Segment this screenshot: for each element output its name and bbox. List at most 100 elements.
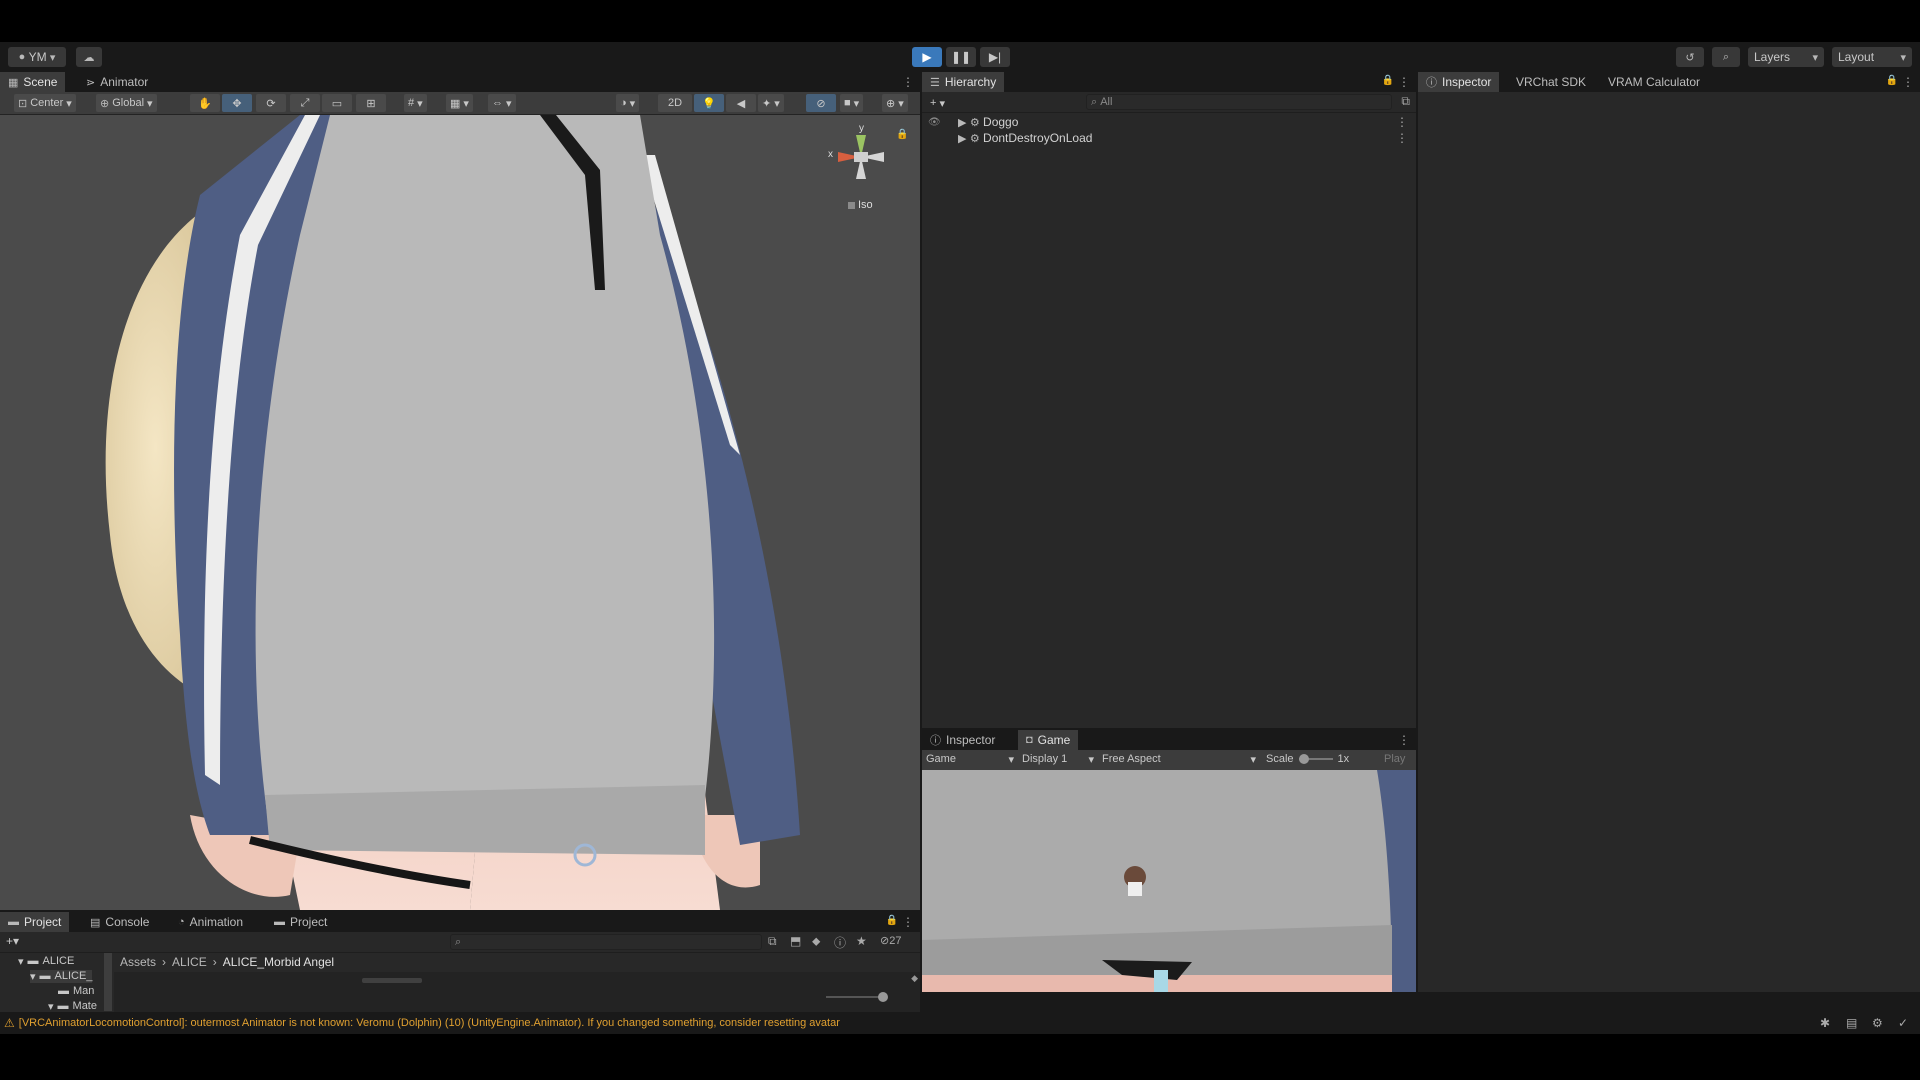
chevron-down-icon: ▾ bbox=[853, 97, 860, 110]
icon-size-slider-track[interactable] bbox=[826, 996, 886, 998]
animator-icon: ⋗ bbox=[86, 76, 96, 89]
unity-scene-icon: ⚙ bbox=[969, 132, 980, 145]
shading-mode-button[interactable]: ◑ ▾ bbox=[616, 94, 640, 112]
play-focused-dropdown[interactable]: Play bbox=[1384, 753, 1405, 765]
create-button[interactable]: + ▾ bbox=[926, 94, 949, 112]
breadcrumb-item[interactable]: Assets bbox=[120, 955, 156, 969]
lighting-toggle[interactable]: 💡 bbox=[694, 94, 724, 112]
hand-tool-button[interactable]: ✋ bbox=[190, 94, 220, 112]
row-more-icon[interactable]: ⋮ bbox=[1396, 131, 1408, 145]
tab-vrchat-sdk[interactable]: VRChat SDK bbox=[1508, 72, 1594, 92]
row-more-icon[interactable]: ⋮ bbox=[1396, 115, 1408, 129]
lock-icon[interactable]: 🔒 bbox=[1382, 75, 1394, 86]
info-icon[interactable]: ⓘ bbox=[834, 934, 846, 951]
bug-icon[interactable]: ✱ bbox=[1820, 1016, 1830, 1030]
project-search-input[interactable]: ⌕ bbox=[450, 934, 762, 950]
lock-icon[interactable]: 🔒 bbox=[886, 915, 898, 926]
move-tool-button[interactable]: ✥ bbox=[222, 94, 252, 112]
scale-track bbox=[1298, 754, 1333, 764]
hoodie-body bbox=[255, 115, 715, 835]
game-more-icon[interactable]: ⋮ bbox=[1398, 733, 1410, 747]
gizmo-lock-icon[interactable]: 🔒 bbox=[896, 129, 908, 140]
rect-tool-button[interactable]: ▭ bbox=[322, 94, 352, 112]
tab-game[interactable]: ◘ Game bbox=[1018, 730, 1079, 750]
breadcrumb-item[interactable]: ALICE bbox=[172, 955, 207, 969]
undo-history-button[interactable]: ↺ bbox=[1676, 47, 1704, 67]
filter-label-icon[interactable]: ⬒ bbox=[790, 934, 801, 948]
layout-dropdown[interactable]: Layout ▾ bbox=[1832, 47, 1912, 67]
tab-scene[interactable]: ▦ Scene bbox=[0, 72, 66, 92]
hierarchy-more-icon[interactable]: ⋮ bbox=[1398, 75, 1410, 89]
settings-icon[interactable]: ⚙ bbox=[1872, 1016, 1883, 1030]
hierarchy-row-doggo[interactable]: ▶ ⚙ Doggo ⋮ bbox=[922, 114, 1416, 130]
scene-more-icon[interactable]: ⋮ bbox=[902, 75, 914, 89]
assets-scroll-icon[interactable]: ◆ bbox=[911, 973, 918, 984]
tab-inspector-small[interactable]: ⓘ Inspector bbox=[922, 730, 1003, 750]
space-dropdown[interactable]: ⊕ Global ▾ bbox=[96, 94, 157, 112]
effects-toggle[interactable]: ✦ ▾ bbox=[758, 94, 784, 112]
hidden-packages-toggle[interactable]: ⊘27 bbox=[880, 934, 901, 947]
step-button[interactable]: ▶| bbox=[980, 47, 1010, 67]
gizmos-dropdown[interactable]: ⊕ ▾ bbox=[882, 94, 908, 112]
scene-viewport[interactable]: y x 🔒 Iso bbox=[0, 115, 920, 910]
tab-console[interactable]: ▤ Console bbox=[82, 912, 157, 932]
orientation-button[interactable]: ⇔ ▾ bbox=[488, 94, 516, 112]
transform-tool-button[interactable]: ⊞ bbox=[356, 94, 386, 112]
tab-animation[interactable]: ◔ Animation bbox=[170, 912, 251, 932]
camera-dropdown[interactable]: ■ ▾ bbox=[840, 94, 864, 112]
aspect-dropdown[interactable]: Free Aspect ▾ bbox=[1102, 753, 1256, 766]
visibility-toggle[interactable]: ⊘ bbox=[806, 94, 836, 112]
breadcrumb: Assets › ALICE › ALICE_Morbid Angel bbox=[114, 953, 920, 971]
cloud-button[interactable]: ☁ bbox=[76, 47, 102, 67]
console-status-icon[interactable]: ▤ bbox=[1846, 1016, 1857, 1030]
tab-project[interactable]: ▬ Project bbox=[0, 912, 70, 932]
search-button[interactable]: ⌕ bbox=[1712, 47, 1740, 67]
tree-item-alice-sub[interactable]: ▾ ▬ ALICE_ bbox=[30, 970, 93, 983]
tab-animator[interactable]: ⋗ Animator bbox=[78, 72, 156, 92]
scale-handle[interactable] bbox=[1298, 754, 1309, 764]
snap-increment-button[interactable]: ▦ ▾ bbox=[446, 94, 473, 112]
game-toolbar: Game ▾ Display 1 ▾ Free Aspect ▾ Scale 1x P… bbox=[922, 750, 1416, 771]
scene-orientation-gizmo[interactable]: y x bbox=[826, 123, 896, 187]
scale-slider[interactable]: Scale 1x bbox=[1266, 753, 1349, 765]
breadcrumb-item[interactable]: ALICE_Morbid Angel bbox=[223, 955, 334, 969]
pivot-dropdown[interactable]: ⊡ Center ▾ bbox=[14, 94, 76, 112]
account-dropdown[interactable]: ● YM ▾ bbox=[8, 47, 66, 67]
tree-item-mate[interactable]: ▾ ▬ Mate bbox=[48, 1000, 97, 1012]
tab-inspector[interactable]: ⓘ Inspector bbox=[1418, 72, 1500, 92]
tab-project-2[interactable]: ▬ Project bbox=[266, 912, 335, 932]
hierarchy-search-input[interactable]: ⌕ All bbox=[1086, 94, 1392, 110]
status-message[interactable]: [VRCAnimatorLocomotionControl]: outermos… bbox=[15, 1017, 840, 1029]
project-more-icon[interactable]: ⋮ bbox=[902, 915, 914, 929]
search-options-icon[interactable]: ⧉ bbox=[1401, 94, 1410, 109]
assets-scrollbar[interactable] bbox=[362, 978, 422, 983]
star-icon[interactable]: ★ bbox=[856, 934, 867, 948]
grid-snap-button[interactable]: # ▾ bbox=[404, 94, 427, 112]
play-button[interactable]: ▶ bbox=[912, 47, 942, 67]
scale-tool-button[interactable]: ⤢ bbox=[290, 94, 320, 112]
project-create-button[interactable]: +▾ bbox=[6, 934, 19, 948]
rotate-tool-button[interactable]: ⟳ bbox=[256, 94, 286, 112]
game-view[interactable] bbox=[922, 770, 1416, 992]
tree-item-alice[interactable]: ▾ ▬ ALICE bbox=[18, 955, 74, 968]
hierarchy-row-dontdestroyonload[interactable]: ▶ ⚙ DontDestroyOnLoad ⋮ bbox=[922, 130, 1416, 146]
lock-icon[interactable]: 🔒 bbox=[1886, 75, 1898, 86]
pause-button[interactable]: ❚❚ bbox=[946, 47, 976, 67]
tag-icon[interactable]: ⬥ bbox=[812, 934, 820, 949]
check-circle-icon[interactable]: ✓ bbox=[1898, 1016, 1908, 1030]
mode-2d-button[interactable]: 2D bbox=[658, 94, 692, 112]
hierarchy-panel: ☰ Hierarchy 🔒 ⋮ + ▾ ⌕ All ⧉ 👁 ▶ ⚙ Doggo ⋮ bbox=[922, 72, 1416, 728]
display-dropdown[interactable]: Display 1 ▾ bbox=[1022, 753, 1094, 766]
icon-size-slider-handle[interactable] bbox=[878, 992, 888, 1002]
game-mode-dropdown[interactable]: Game ▾ bbox=[926, 753, 1014, 766]
iso-toggle[interactable]: Iso bbox=[848, 199, 873, 211]
scale-icon: ⤢ bbox=[300, 96, 310, 109]
tab-hierarchy[interactable]: ☰ Hierarchy bbox=[922, 72, 1005, 92]
inspector-more-icon[interactable]: ⋮ bbox=[1902, 75, 1914, 89]
tree-scrollbar[interactable] bbox=[104, 953, 112, 1011]
filter-type-icon[interactable]: ⧉ bbox=[768, 934, 777, 949]
tab-vram-calculator[interactable]: VRAM Calculator bbox=[1600, 72, 1708, 92]
layers-dropdown[interactable]: Layers ▾ bbox=[1748, 47, 1824, 67]
tree-item-man[interactable]: ▬ Man bbox=[58, 985, 94, 997]
audio-toggle[interactable]: ◀ bbox=[726, 94, 756, 112]
